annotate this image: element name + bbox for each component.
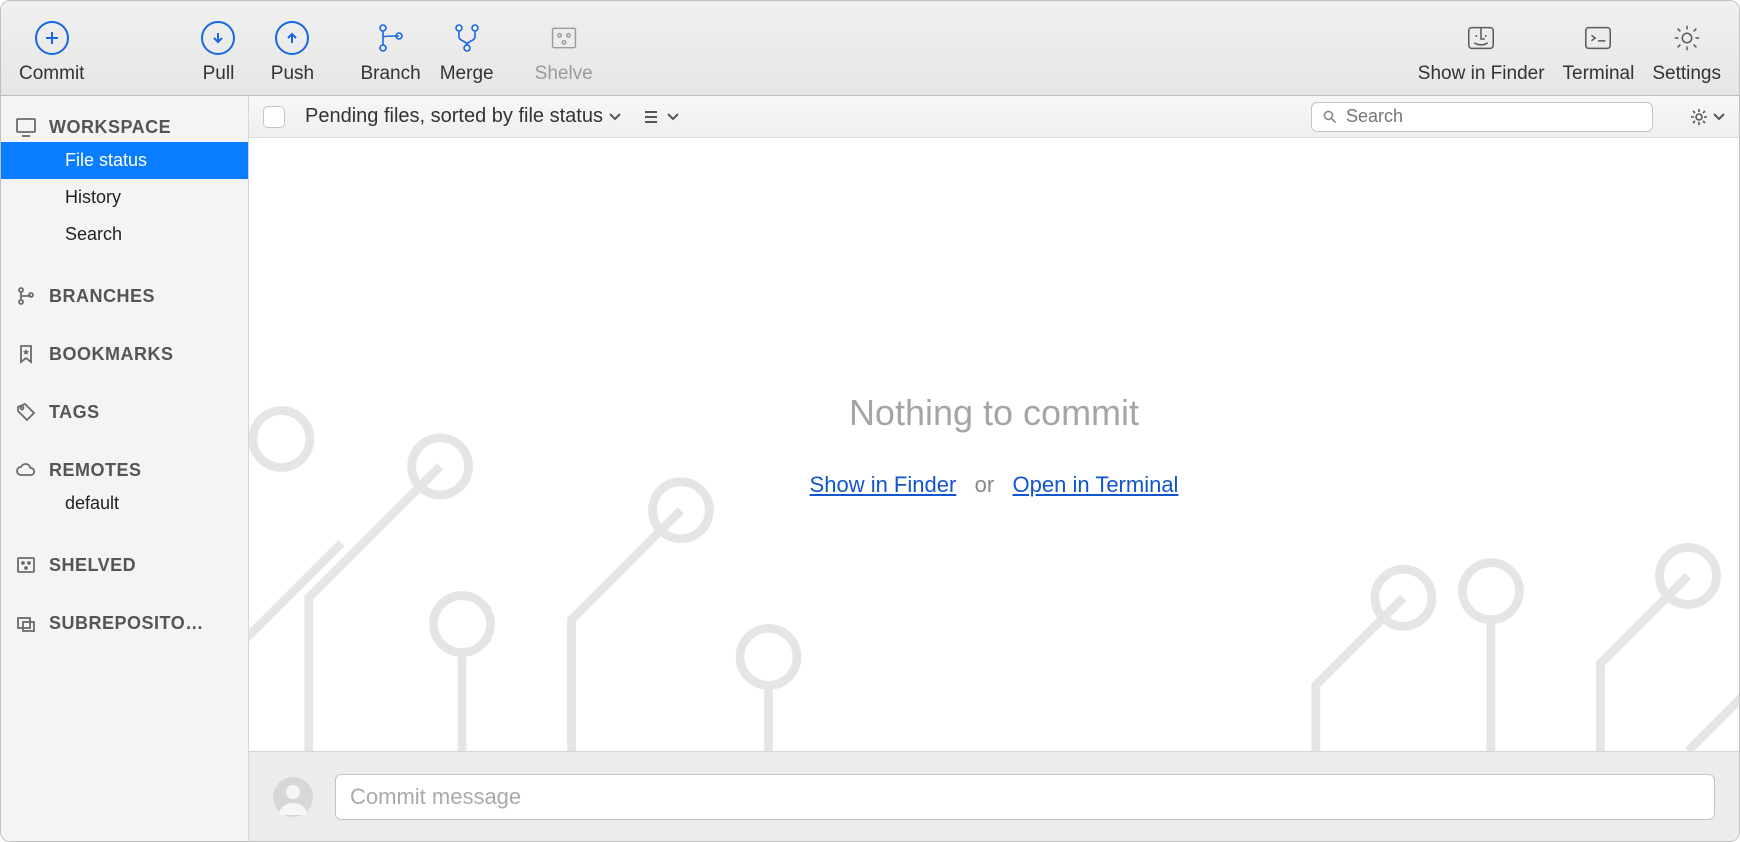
stage-links: Show in Finder or Open in Terminal (810, 472, 1179, 498)
background-pattern (249, 138, 1739, 751)
sidebar-item-label: File status (65, 150, 147, 170)
commit-button[interactable]: Commit (19, 21, 84, 85)
sidebar-section-label: SHELVED (49, 555, 136, 576)
shelve-icon (15, 554, 37, 576)
down-circle-icon (201, 21, 235, 55)
sidebar-item-label: History (65, 187, 121, 207)
list-icon (641, 107, 661, 127)
options-dropdown[interactable] (1689, 107, 1725, 127)
bookmark-icon (15, 343, 37, 365)
plus-circle-icon (35, 21, 69, 55)
sidebar-section-label: WORKSPACE (49, 117, 171, 138)
avatar (273, 777, 313, 817)
sidebar-section-workspace[interactable]: WORKSPACE (1, 102, 248, 142)
toolbar-label: Merge (440, 63, 494, 85)
sidebar-section-label: SUBREPOSITO… (49, 613, 204, 634)
search-field[interactable] (1311, 102, 1653, 132)
merge-icon (450, 21, 484, 55)
main-header-bar: Pending files, sorted by file status (249, 96, 1739, 138)
tag-icon (15, 401, 37, 423)
toolbar-group-right: Show in Finder Terminal Settings (1418, 21, 1721, 85)
toolbar-label: Terminal (1563, 63, 1635, 85)
toolbar-label: Show in Finder (1418, 63, 1545, 85)
body: WORKSPACE File status History Search BRA… (1, 96, 1739, 841)
user-icon (273, 777, 313, 817)
toolbar-label: Pull (203, 63, 235, 85)
open-in-terminal-link[interactable]: Open in Terminal (1013, 472, 1179, 497)
sidebar-section-branches[interactable]: BRANCHES (1, 271, 248, 311)
terminal-button[interactable]: Terminal (1563, 21, 1635, 85)
cloud-icon (15, 459, 37, 481)
sidebar: WORKSPACE File status History Search BRA… (1, 96, 249, 841)
monitor-icon (15, 116, 37, 138)
toolbar: Commit Pull Push Branch (1, 1, 1739, 96)
or-text: or (975, 472, 995, 497)
stage: Nothing to commit Show in Finder or Open… (249, 138, 1739, 751)
stage-headline: Nothing to commit (849, 392, 1139, 434)
sidebar-section-bookmarks[interactable]: BOOKMARKS (1, 329, 248, 369)
subrepo-icon (15, 612, 37, 634)
gear-icon (1670, 21, 1704, 55)
sidebar-section-label: BOOKMARKS (49, 344, 174, 365)
show-in-finder-button[interactable]: Show in Finder (1418, 21, 1545, 85)
sidebar-section-shelved[interactable]: SHELVED (1, 540, 248, 580)
shelve-button[interactable]: Shelve (535, 21, 593, 85)
toolbar-group-mid: Branch Merge (360, 21, 494, 85)
toolbar-label: Settings (1652, 63, 1721, 85)
toolbar-label: Branch (360, 63, 420, 85)
sidebar-item-remote-default[interactable]: default (1, 485, 248, 522)
sidebar-section-remotes[interactable]: REMOTES (1, 445, 248, 485)
view-mode-dropdown[interactable] (641, 107, 679, 127)
sidebar-section-label: REMOTES (49, 460, 142, 481)
terminal-icon (1581, 21, 1615, 55)
commit-bar (249, 751, 1739, 841)
finder-icon (1464, 21, 1498, 55)
pull-button[interactable]: Pull (190, 21, 246, 85)
filter-dropdown[interactable]: Pending files, sorted by file status (305, 105, 621, 128)
chevron-down-icon (609, 113, 621, 121)
sidebar-item-label: Search (65, 224, 122, 244)
sidebar-section-label: BRANCHES (49, 286, 155, 307)
select-all-checkbox[interactable] (263, 106, 285, 128)
sidebar-item-history[interactable]: History (1, 179, 248, 216)
app-window: Commit Pull Push Branch (0, 0, 1740, 842)
sidebar-item-label: default (65, 493, 119, 513)
toolbar-label: Shelve (535, 63, 593, 85)
settings-button[interactable]: Settings (1652, 21, 1721, 85)
toolbar-group-left: Commit Pull Push (19, 21, 320, 85)
up-circle-icon (275, 21, 309, 55)
search-input[interactable] (1346, 106, 1642, 127)
push-button[interactable]: Push (264, 21, 320, 85)
main: Pending files, sorted by file status (249, 96, 1739, 841)
branch-button[interactable]: Branch (360, 21, 420, 85)
search-icon (1322, 109, 1338, 125)
gear-icon (1689, 107, 1709, 127)
sidebar-item-file-status[interactable]: File status (1, 142, 248, 179)
toolbar-label: Commit (19, 63, 84, 85)
chevron-down-icon (1713, 113, 1725, 121)
branch-icon (15, 285, 37, 307)
sidebar-section-subrepos[interactable]: SUBREPOSITO… (1, 598, 248, 638)
filter-label: Pending files, sorted by file status (305, 105, 603, 128)
sidebar-section-tags[interactable]: TAGS (1, 387, 248, 427)
commit-message-input[interactable] (335, 774, 1715, 820)
show-in-finder-link[interactable]: Show in Finder (810, 472, 957, 497)
toolbar-group-mid2: Shelve (535, 21, 593, 85)
sidebar-section-label: TAGS (49, 402, 100, 423)
sidebar-item-search[interactable]: Search (1, 216, 248, 253)
shelve-icon (547, 21, 581, 55)
chevron-down-icon (667, 113, 679, 121)
branch-icon (374, 21, 408, 55)
toolbar-label: Push (271, 63, 314, 85)
merge-button[interactable]: Merge (439, 21, 495, 85)
